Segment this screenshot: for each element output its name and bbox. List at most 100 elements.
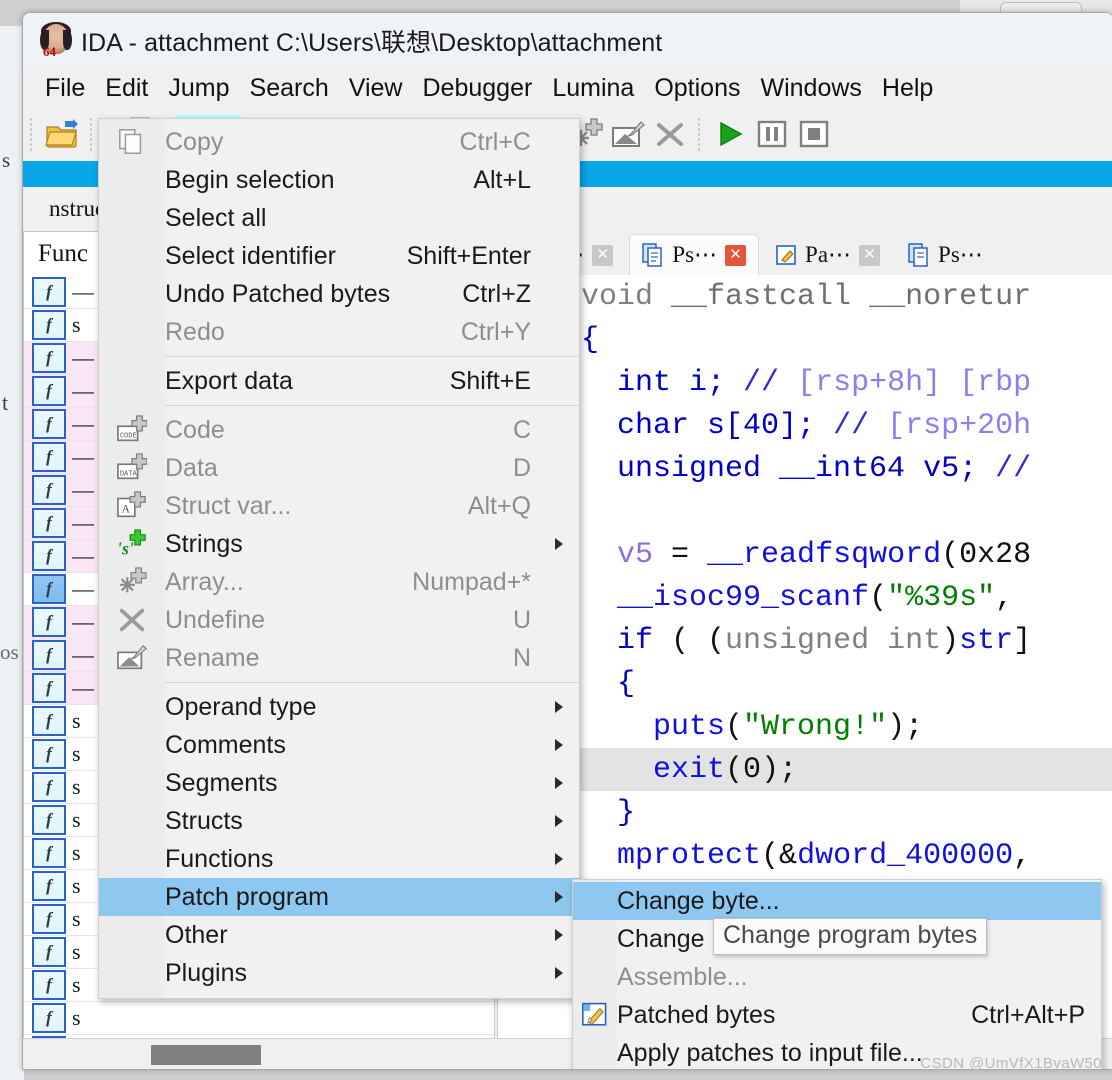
menu-windows[interactable]: Windows [750,74,871,103]
function-list-item[interactable]: f s [24,1002,494,1035]
code-line[interactable]: 14 mprotect(&dword_400000, [498,834,1112,877]
edit-menu-rows[interactable]: Copy Ctrl+C Begin selection Alt+L Select all… [99,123,579,992]
tab-close-icon-2[interactable]: ✕ [859,244,881,266]
patch-program-submenu[interactable]: Change byte... Change Assemble... Patched … [572,879,1102,1069]
function-name: — [72,345,94,370]
code-line[interactable]: 8 __isoc99_scanf("%39s", [498,576,1112,619]
menu-item-label: Structs [165,806,243,835]
menu-item-segments[interactable]: Segments [99,764,579,802]
menu-item-struct-var[interactable]: A Struct var... Alt+Q [99,487,579,525]
run-icon[interactable] [709,113,751,155]
submenu-item-change-byte[interactable]: Change byte... [573,882,1101,920]
function-name: — [72,543,94,568]
code-token: , [995,580,1014,615]
menu-item-shortcut: U [512,605,531,634]
code-line[interactable]: 6 [498,490,1112,533]
code-line-text: { [581,667,635,701]
menu-options[interactable]: Options [644,74,750,103]
submenu-item-patched-bytes[interactable]: Patched bytes Ctrl+Alt+P [573,996,1101,1034]
menu-item-select-all[interactable]: Select all [99,199,579,237]
toolbar-grip-2[interactable] [88,117,96,151]
open-file-icon[interactable] [41,113,83,155]
function-name: s [72,774,81,799]
edit-context-menu[interactable]: Copy Ctrl+C Begin selection Alt+L Select all… [98,118,580,999]
pause-icon[interactable] [751,113,793,155]
menu-jump[interactable]: Jump [158,74,239,103]
code-line[interactable]: 2{ [498,318,1112,361]
make-code-icon: CODE [99,415,165,445]
toolbar-grip[interactable] [28,117,36,151]
menu-file[interactable]: File [35,74,95,103]
menu-item-undo-patched-bytes[interactable]: Undo Patched bytes Ctrl+Z [99,275,579,313]
menu-item-undefine[interactable]: Undefine U [99,601,579,639]
menu-item-label: Other [165,920,228,949]
code-line[interactable]: 5 unsigned __int64 v5; // [498,447,1112,490]
menu-item-functions[interactable]: Functions [99,840,579,878]
menu-item-code[interactable]: CODE Code C [99,411,579,449]
menu-item-comments[interactable]: Comments [99,726,579,764]
menu-bar[interactable]: File Edit Jump Search View Debugger Lumi… [23,69,1112,107]
stop-icon[interactable] [793,113,835,155]
tab-close-icon-active[interactable]: ✕ [725,244,747,266]
function-icon: f [32,970,66,1000]
code-token: if [617,623,654,658]
menu-item-label: Comments [165,730,286,759]
menu-edit[interactable]: Edit [95,74,158,103]
menu-debugger[interactable]: Debugger [413,74,543,103]
menu-item-shortcut: N [512,643,531,672]
code-token: int [617,365,672,400]
code-line[interactable]: 13 } [498,791,1112,834]
code-token: __noretur [869,279,1032,314]
code-token: ( ( [653,623,726,658]
function-name: — [72,477,94,502]
tab-pseudocode-active[interactable]: Ps⋯ ✕ [629,234,760,275]
function-icon: f [32,772,66,802]
undefine-icon[interactable] [649,113,691,155]
rename-icon[interactable] [607,113,649,155]
menu-item-patch-program[interactable]: Patch program [99,878,579,916]
menu-item-begin-selection[interactable]: Begin selection Alt+L [99,161,579,199]
menu-item-export-data[interactable]: Export data Shift+E [99,362,579,400]
menu-item-copy[interactable]: Copy Ctrl+C [99,123,579,161]
function-name: s [72,807,81,832]
menu-item-array[interactable]: Array... Numpad+* [99,563,579,601]
menu-item-strings[interactable]: 's' Strings [99,525,579,563]
menu-item-rename[interactable]: Rename N [99,639,579,677]
menu-lumina[interactable]: Lumina [542,74,644,103]
arch-badge: 64 [43,44,56,59]
code-line-text: char s[40]; // [rsp+20h [581,409,1031,443]
menu-item-redo[interactable]: Redo Ctrl+Y [99,313,579,351]
menu-help[interactable]: Help [872,74,943,103]
patch-submenu-rows[interactable]: Change byte... Change Assemble... Patched … [573,882,1101,1069]
menu-item-structs[interactable]: Structs [99,802,579,840]
function-icon: f [32,838,66,868]
tab-pseudocode-2[interactable]: Ps⋯ [896,235,995,275]
code-line[interactable]: 4 char s[40]; // [rsp+20h [498,404,1112,447]
code-line[interactable]: 9 if ( (unsigned int)str] [498,619,1112,662]
code-line[interactable]: 1void __fastcall __noretur [498,275,1112,318]
code-line-text: v5 = __readfsqword(0x28 [581,538,1031,572]
menu-item-select-identifier[interactable]: Select identifier Shift+Enter [99,237,579,275]
function-name: — [72,510,94,535]
make-array-icon [99,567,165,597]
submenu-item-assemble[interactable]: Assemble... [573,958,1101,996]
tab-close-icon[interactable]: ✕ [592,244,614,266]
code-token: i; [671,365,744,400]
code-line[interactable]: 11 puts("Wrong!"); [498,705,1112,748]
tab-patched-bytes[interactable]: Pa⋯ ✕ [763,235,892,275]
menu-item-other[interactable]: Other [99,916,579,954]
menu-item-operand-type[interactable]: Operand type [99,688,579,726]
code-line[interactable]: 10 { [498,662,1112,705]
code-token: } [581,795,636,830]
menu-view[interactable]: View [339,74,413,103]
toolbar-grip-5[interactable] [696,117,704,151]
code-line[interactable]: 12 exit(0); [498,748,1112,791]
code-line[interactable]: 3 int i; // [rsp+8h] [rbp [498,361,1112,404]
menu-item-plugins[interactable]: Plugins [99,954,579,992]
svg-text:CODE: CODE [120,433,137,441]
menu-search[interactable]: Search [240,74,339,103]
menu-item-data[interactable]: DATA Data D [99,449,579,487]
function-icon: f [32,541,66,571]
code-line[interactable]: 7 v5 = __readfsqword(0x28 [498,533,1112,576]
